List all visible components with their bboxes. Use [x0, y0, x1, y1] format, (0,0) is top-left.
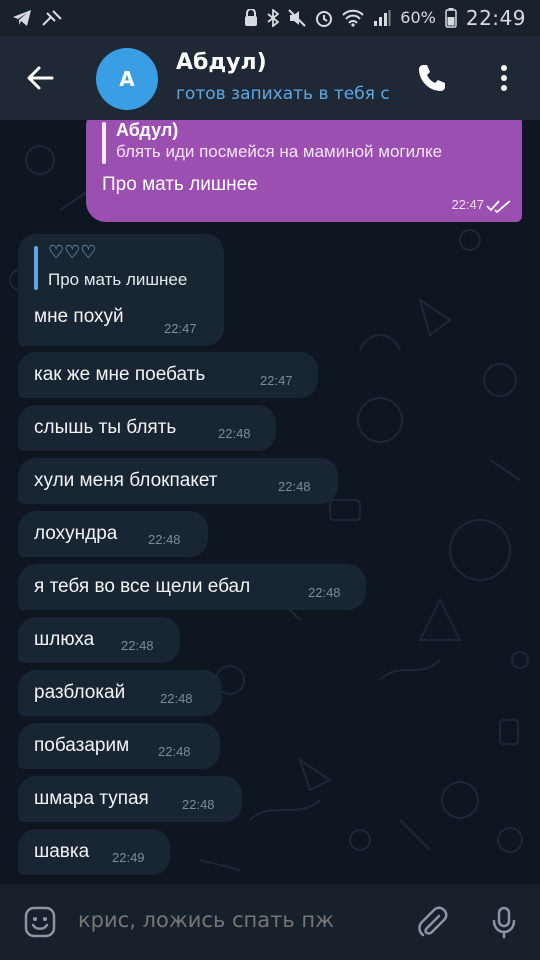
bluetooth-icon [267, 9, 280, 27]
mute-icon [288, 9, 307, 27]
message-list[interactable]: Абдул) блять иди посмейся на маминой мог… [0, 120, 540, 884]
message-text: Про мать лишнее [102, 174, 258, 195]
back-arrow-icon[interactable] [22, 60, 58, 96]
incoming-message[interactable]: слышь ты блять 22:48 [18, 405, 276, 451]
incoming-message[interactable]: шлюха 22:48 [18, 617, 180, 663]
read-ticks-icon [486, 200, 511, 213]
message-time: 22:48 [158, 744, 191, 759]
battery-icon [445, 8, 457, 28]
message-text: побазарим [34, 735, 130, 756]
chat-header: А Абдул) готов запихать в тебя с [0, 36, 540, 120]
message-text: слышь ты блять [34, 417, 177, 438]
outgoing-message[interactable]: Абдул) блять иди посмейся на маминой мог… [86, 120, 522, 222]
message-input[interactable] [78, 908, 398, 932]
incoming-message[interactable]: я тебя во все щели ебал 22:48 [18, 564, 366, 610]
incoming-message[interactable]: разблокай 22:48 [18, 670, 222, 716]
message-text: разблокай [34, 682, 126, 703]
message-text: как же мне поебать [34, 364, 206, 385]
incoming-message[interactable]: как же мне поебать 22:47 [18, 352, 318, 398]
message-time: 22:48 [218, 426, 251, 441]
wifi-icon [342, 9, 365, 27]
contact-name[interactable]: Абдул) [176, 50, 267, 75]
telegram-icon [13, 10, 31, 26]
phone-icon[interactable] [414, 60, 450, 96]
message-time: 22:48 [278, 479, 311, 494]
message-time: 22:48 [160, 691, 193, 706]
message-text: шавка [34, 841, 90, 862]
status-bar: 60% 22:49 [0, 0, 540, 36]
incoming-message[interactable]: лохундра 22:48 [18, 511, 208, 557]
reply-text: Про мать лишнее [48, 270, 188, 289]
message-composer [0, 884, 540, 960]
attach-icon[interactable] [414, 904, 450, 940]
message-text: шлюха [34, 629, 95, 650]
message-time: 22:48 [308, 585, 341, 600]
reply-sender: ♡♡♡ [48, 242, 97, 262]
message-time: 22:49 [112, 850, 145, 865]
message-text: хули меня блокпакет [34, 470, 218, 491]
message-text: я тебя во все щели ебал [34, 576, 251, 597]
incoming-message[interactable]: побазарим 22:48 [18, 723, 220, 769]
more-vert-icon[interactable] [490, 60, 518, 96]
incoming-message[interactable]: хули меня блокпакет 22:48 [18, 458, 338, 504]
emoji-icon[interactable] [22, 904, 58, 940]
clock: 22:49 [465, 6, 526, 30]
message-text: мне похуй [34, 306, 124, 327]
message-time: 22:47 [260, 373, 293, 388]
incoming-message[interactable]: ♡♡♡ Про мать лишнее мне похуй 22:47 [18, 234, 224, 346]
signal-icon [374, 10, 391, 26]
reply-sender: Абдул) [116, 120, 179, 140]
message-time: 22:48 [182, 797, 215, 812]
incoming-message[interactable]: шмара тупая 22:48 [18, 776, 242, 822]
message-time: 22:47 [451, 197, 484, 212]
mic-icon[interactable] [486, 904, 522, 940]
message-time: 22:48 [148, 532, 181, 547]
reply-indicator [102, 122, 106, 164]
battery-percent: 60% [400, 8, 436, 27]
alarm-icon [316, 11, 333, 27]
message-time: 22:47 [164, 321, 197, 336]
lock-icon [245, 9, 258, 26]
mute-wrench-icon [42, 10, 62, 26]
message-time: 22:48 [121, 638, 154, 653]
contact-status: готов запихать в тебя с [176, 84, 390, 104]
reply-text: блять иди посмейся на маминой могилке [116, 142, 443, 161]
reply-indicator [34, 246, 38, 290]
avatar[interactable]: А [96, 48, 158, 110]
incoming-message[interactable]: шавка 22:49 [18, 829, 170, 875]
message-text: лохундра [34, 523, 118, 544]
message-text: шмара тупая [34, 788, 149, 809]
